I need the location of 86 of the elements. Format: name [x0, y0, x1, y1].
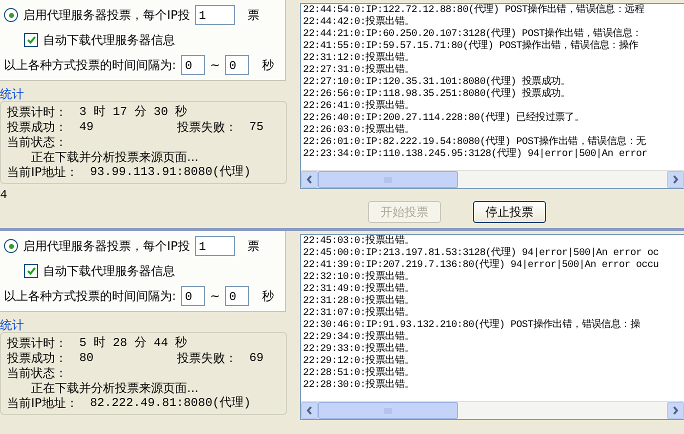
fail-value: 69: [248, 351, 264, 366]
unit-label: 秒: [260, 288, 274, 304]
ip-label: 当前IP地址：: [7, 165, 78, 180]
log-line: 22:32:10:0:投票出错。: [303, 272, 416, 283]
status-label: 当前状态：: [7, 366, 67, 381]
log-line: 22:26:40:0:IP:200.27.114.228:80(代理) 已经投过票了。: [303, 113, 586, 124]
group-title: 统计: [0, 318, 24, 332]
timer-value: 3 时 17 分 30 秒: [78, 105, 188, 120]
log-line: 22:23:34:0:IP:110.138.245.95:3128(代理) 94|error|500|An error: [303, 149, 648, 161]
horizontal-scrollbar[interactable]: [301, 170, 684, 188]
log-line: 22:45:03:0:投票出错。: [303, 236, 416, 248]
status-text: 正在下载并分析投票来源页面...: [31, 150, 198, 165]
log-line: 22:30:46:0:IP:91.93.132.210:80(代理) POST操作出错，错误信息：操: [303, 320, 642, 331]
ip-value: 82.222.49.81:8080(代理): [88, 396, 251, 411]
arrow-left-icon: [306, 175, 313, 184]
auto-download-label: 自动下载代理服务器信息: [43, 32, 175, 48]
log-line: 22:45:00:0:IP:213.197.81.53:3128(代理) 94|error|500|An error oc: [303, 248, 660, 259]
arrow-right-icon: [672, 406, 679, 415]
radio-button[interactable]: [4, 239, 18, 253]
log-line: 22:41:39:0:IP:207.219.7.136:80(代理) 94|error|500|An error occu: [303, 260, 660, 271]
log-line: 22:31:49:0:投票出错。: [303, 284, 416, 295]
timer-label: 投票计时：: [7, 336, 67, 351]
scroll-left-button[interactable]: [301, 171, 318, 188]
success-label: 投票成功：: [7, 120, 67, 135]
log-line: 22:29:12:0:投票出错。: [303, 356, 416, 367]
timer-label: 投票计时：: [7, 105, 67, 120]
arrow-left-icon: [306, 406, 313, 415]
radio-button[interactable]: [4, 8, 18, 22]
interval-label: 以上各种方式投票的时间间隔为:: [4, 288, 176, 304]
range-separator: ~: [210, 289, 220, 303]
vote-button[interactable]: 停止投票: [473, 201, 546, 223]
success-value: 80: [78, 351, 95, 366]
votes-per-ip-field[interactable]: 1: [194, 5, 235, 25]
timer-value: 5 时 28 分 44 秒: [78, 336, 188, 351]
log-line: 22:31:12:0:投票出错。: [303, 53, 416, 64]
checkbox[interactable]: [24, 33, 38, 47]
scrollbar-thumb[interactable]: [318, 171, 458, 188]
unit-label: 票: [246, 238, 260, 254]
log-line: 22:44:54:0:IP:122.72.12.88:80(代理) POST操作出错，错误信息：远程: [303, 5, 646, 16]
scroll-right-button[interactable]: [667, 402, 684, 419]
log-line: 22:31:07:0:投票出错。: [303, 308, 416, 320]
log-line: 22:27:31:0:投票出错。: [303, 65, 416, 76]
votes-per-ip-field[interactable]: 1: [194, 236, 235, 256]
success-value: 49: [78, 120, 95, 135]
unit-label: 票: [246, 6, 260, 24]
interval-from-field[interactable]: 0: [181, 286, 206, 306]
log-line: 22:28:51:0:投票出错。: [303, 368, 416, 379]
grip-icon: [384, 176, 392, 182]
auto-download-label: 自动下载代理服务器信息: [43, 262, 175, 280]
range-separator: ~: [210, 58, 220, 72]
interval-from-field[interactable]: 0: [181, 55, 206, 75]
count-text: 4: [0, 188, 8, 202]
scrollbar-thumb[interactable]: [318, 402, 458, 419]
status-label: 当前状态：: [7, 135, 67, 150]
fail-label: 投票失败：: [177, 120, 237, 135]
log-line: 22:26:41:0:投票出错。: [303, 101, 416, 112]
checkbox[interactable]: [24, 264, 38, 278]
interval-to-field[interactable]: 0: [225, 286, 250, 306]
arrow-right-icon: [672, 175, 679, 184]
log-line: 22:26:03:0:投票出错。: [303, 125, 416, 136]
log-line: 22:29:33:0:投票出错。: [303, 344, 416, 355]
log-line: 22:44:21:0:IP:60.250.20.107:3128(代理) POST操作出错，错误信息：: [303, 29, 643, 40]
horizontal-scrollbar[interactable]: [301, 401, 684, 419]
scroll-right-button[interactable]: [667, 171, 684, 188]
fail-value: 75: [248, 120, 264, 135]
fail-label: 投票失败：: [177, 351, 237, 366]
proxy-vote-label: 启用代理服务器投票，每个IP投: [23, 238, 190, 254]
log-line: 22:31:28:0:投票出错。: [303, 296, 416, 307]
interval-to-field[interactable]: 0: [225, 55, 250, 75]
log-line: 22:26:56:0:IP:118.98.35.251:8080(代理) 投票成功。: [303, 89, 572, 100]
log-line: 22:29:34:0:投票出错。: [303, 332, 416, 343]
status-text: 正在下载并分析投票来源页面...: [31, 381, 198, 396]
log-line: 22:28:30:0:投票出错。: [303, 380, 416, 392]
log-line: 22:27:10:0:IP:120.35.31.101:8080(代理) 投票成功。: [303, 77, 572, 88]
unit-label: 秒: [260, 56, 274, 74]
ip-value: 93.99.113.91:8080(代理): [88, 165, 251, 180]
grip-icon: [384, 408, 392, 414]
log-line: 22:26:01:0:IP:82.222.19.54:8080(代理) POST操作出错，错误信息：无: [303, 137, 647, 148]
proxy-vote-label: 启用代理服务器投票，每个IP投: [23, 6, 190, 24]
scroll-left-button[interactable]: [301, 402, 318, 419]
group-title: 统计: [0, 87, 24, 101]
log-line: 22:44:42:0:投票出错。: [303, 17, 416, 28]
interval-label: 以上各种方式投票的时间间隔为:: [4, 56, 176, 74]
success-label: 投票成功：: [7, 351, 67, 366]
ip-label: 当前IP地址：: [7, 396, 78, 411]
log-line: 22:41:55:0:IP:59.57.15.71:80(代理) POST操作出错，错误信息：操作: [303, 41, 640, 52]
